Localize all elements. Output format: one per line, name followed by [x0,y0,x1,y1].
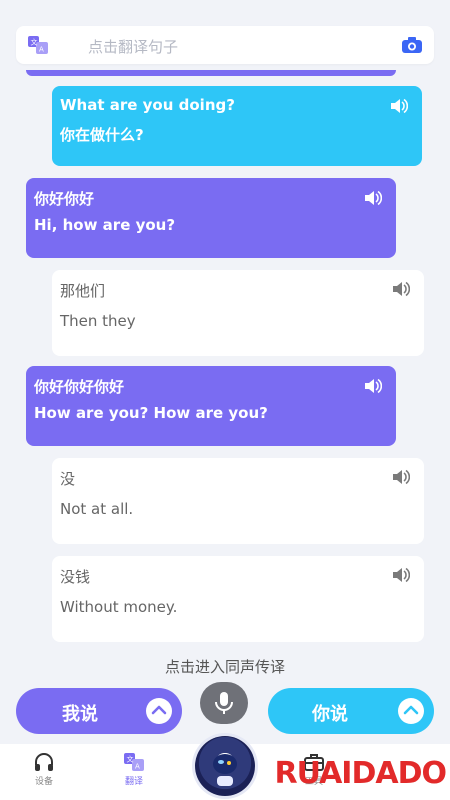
svg-text:文: 文 [127,755,134,764]
tab-device[interactable]: 设备 [14,748,74,787]
message-source-text: What are you doing? [60,96,235,114]
astronaut-avatar-button[interactable] [195,736,255,796]
speaker-icon[interactable] [390,98,408,114]
message-translation-text: Not at all. [60,500,134,518]
speaker-icon[interactable] [364,378,382,394]
message-source-text: 没 [60,470,76,488]
tab-label: 翻译 [124,777,143,787]
mic-button[interactable] [200,682,248,724]
i-speak-label: 我说 [62,704,98,725]
message-bubble[interactable]: 没 Not at all. [52,458,424,544]
message-source-text: 你好你好你好 [34,378,125,396]
translate-icon: 文 A [28,36,48,54]
search-placeholder: 点击翻译句子 [88,38,179,56]
message-source-text: 你好你好 [34,190,95,208]
mic-icon [215,692,233,714]
you-speak-button[interactable]: 你说 [268,688,434,734]
message-translation-text: How are you? How are you? [34,404,268,422]
previous-message-edge [26,70,396,76]
speaker-icon[interactable] [392,567,410,583]
message-bubble[interactable]: 那他们 Then they [52,270,424,356]
chevron-up-icon[interactable] [146,698,172,724]
message-translation-text: Hi, how are you? [34,216,176,234]
message-translation-text: Then they [60,312,136,330]
simultaneous-interpretation-link[interactable]: 点击进入同声传译 [0,656,450,677]
message-bubble[interactable]: 没钱 Without money. [52,556,424,642]
speaker-icon[interactable] [392,469,410,485]
message-bubble[interactable]: What are you doing? 你在做什么? [52,86,422,166]
tab-translate[interactable]: 文 A 翻译 [104,748,164,787]
camera-icon[interactable] [402,37,422,53]
svg-text:A: A [39,46,44,54]
message-source-text: 没钱 [60,568,91,586]
speaker-icon[interactable] [364,190,382,206]
message-source-text: 那他们 [60,282,106,300]
translate-icon: 文 A [124,753,144,771]
tab-label: 设备 [34,777,53,787]
message-bubble[interactable]: 你好你好 Hi, how are you? [26,178,396,258]
watermark-logo: RUAIDADO [274,756,447,791]
headphones-icon [35,753,53,771]
chevron-up-icon[interactable] [398,698,424,724]
i-speak-button[interactable]: 我说 [16,688,182,734]
message-translation-text: 你在做什么? [60,126,144,144]
message-translation-text: Without money. [60,598,178,616]
message-bubble[interactable]: 你好你好你好 How are you? How are you? [26,366,396,446]
svg-text:文: 文 [31,38,38,47]
svg-text:A: A [135,763,140,771]
astronaut-icon [213,754,237,786]
you-speak-label: 你说 [312,704,348,725]
search-bar[interactable]: 文 A 点击翻译句子 [16,26,434,64]
speaker-icon[interactable] [392,281,410,297]
